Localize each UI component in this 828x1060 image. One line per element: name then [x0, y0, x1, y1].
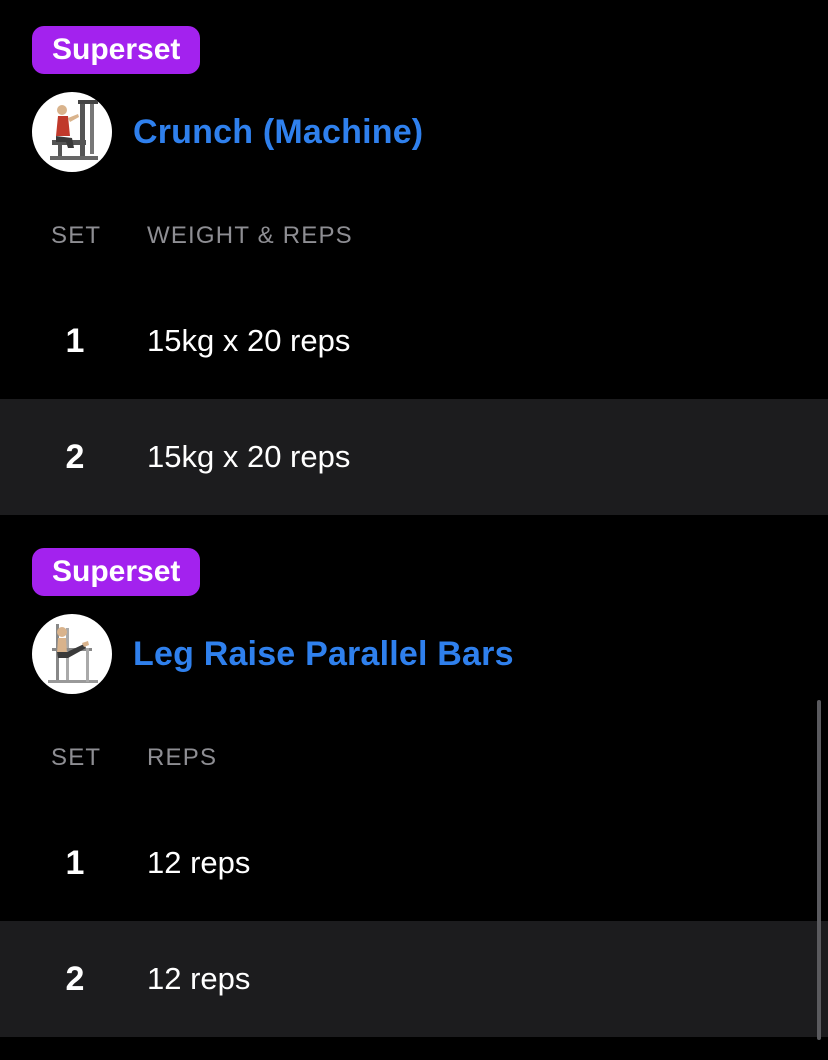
set-row: 2 15kg x 20 reps: [0, 399, 828, 515]
crunch-machine-thumbnail-icon[interactable]: [32, 92, 112, 172]
set-number: 2: [65, 960, 85, 998]
set-value: 15kg x 20 reps: [147, 323, 351, 358]
vertical-scrollbar[interactable]: [817, 700, 821, 1040]
set-value: 12 reps: [147, 845, 251, 880]
exercise-header[interactable]: Leg Raise Parallel Bars: [32, 614, 514, 694]
exercise-header[interactable]: Crunch (Machine): [32, 92, 423, 172]
exercise-name-link[interactable]: Leg Raise Parallel Bars: [133, 635, 514, 674]
set-number: 1: [65, 844, 85, 882]
set-value: 15kg x 20 reps: [147, 439, 351, 474]
superset-badge: Superset: [32, 548, 201, 596]
set-row: 2 12 reps: [0, 921, 828, 1037]
set-number: 1: [65, 322, 85, 360]
set-column-header: SET: [51, 222, 102, 249]
leg-raise-parallel-bars-thumbnail-icon[interactable]: [32, 614, 112, 694]
metric-column-header: REPS: [147, 744, 218, 771]
set-row: 1 12 reps: [0, 805, 828, 921]
set-row: 1 15kg x 20 reps: [0, 283, 828, 399]
exercise-name-link[interactable]: Crunch (Machine): [133, 113, 423, 152]
set-column-header: SET: [51, 744, 102, 771]
metric-column-header: WEIGHT & REPS: [147, 222, 353, 249]
set-number: 2: [65, 438, 85, 476]
superset-badge: Superset: [32, 26, 201, 74]
set-value: 12 reps: [147, 961, 251, 996]
